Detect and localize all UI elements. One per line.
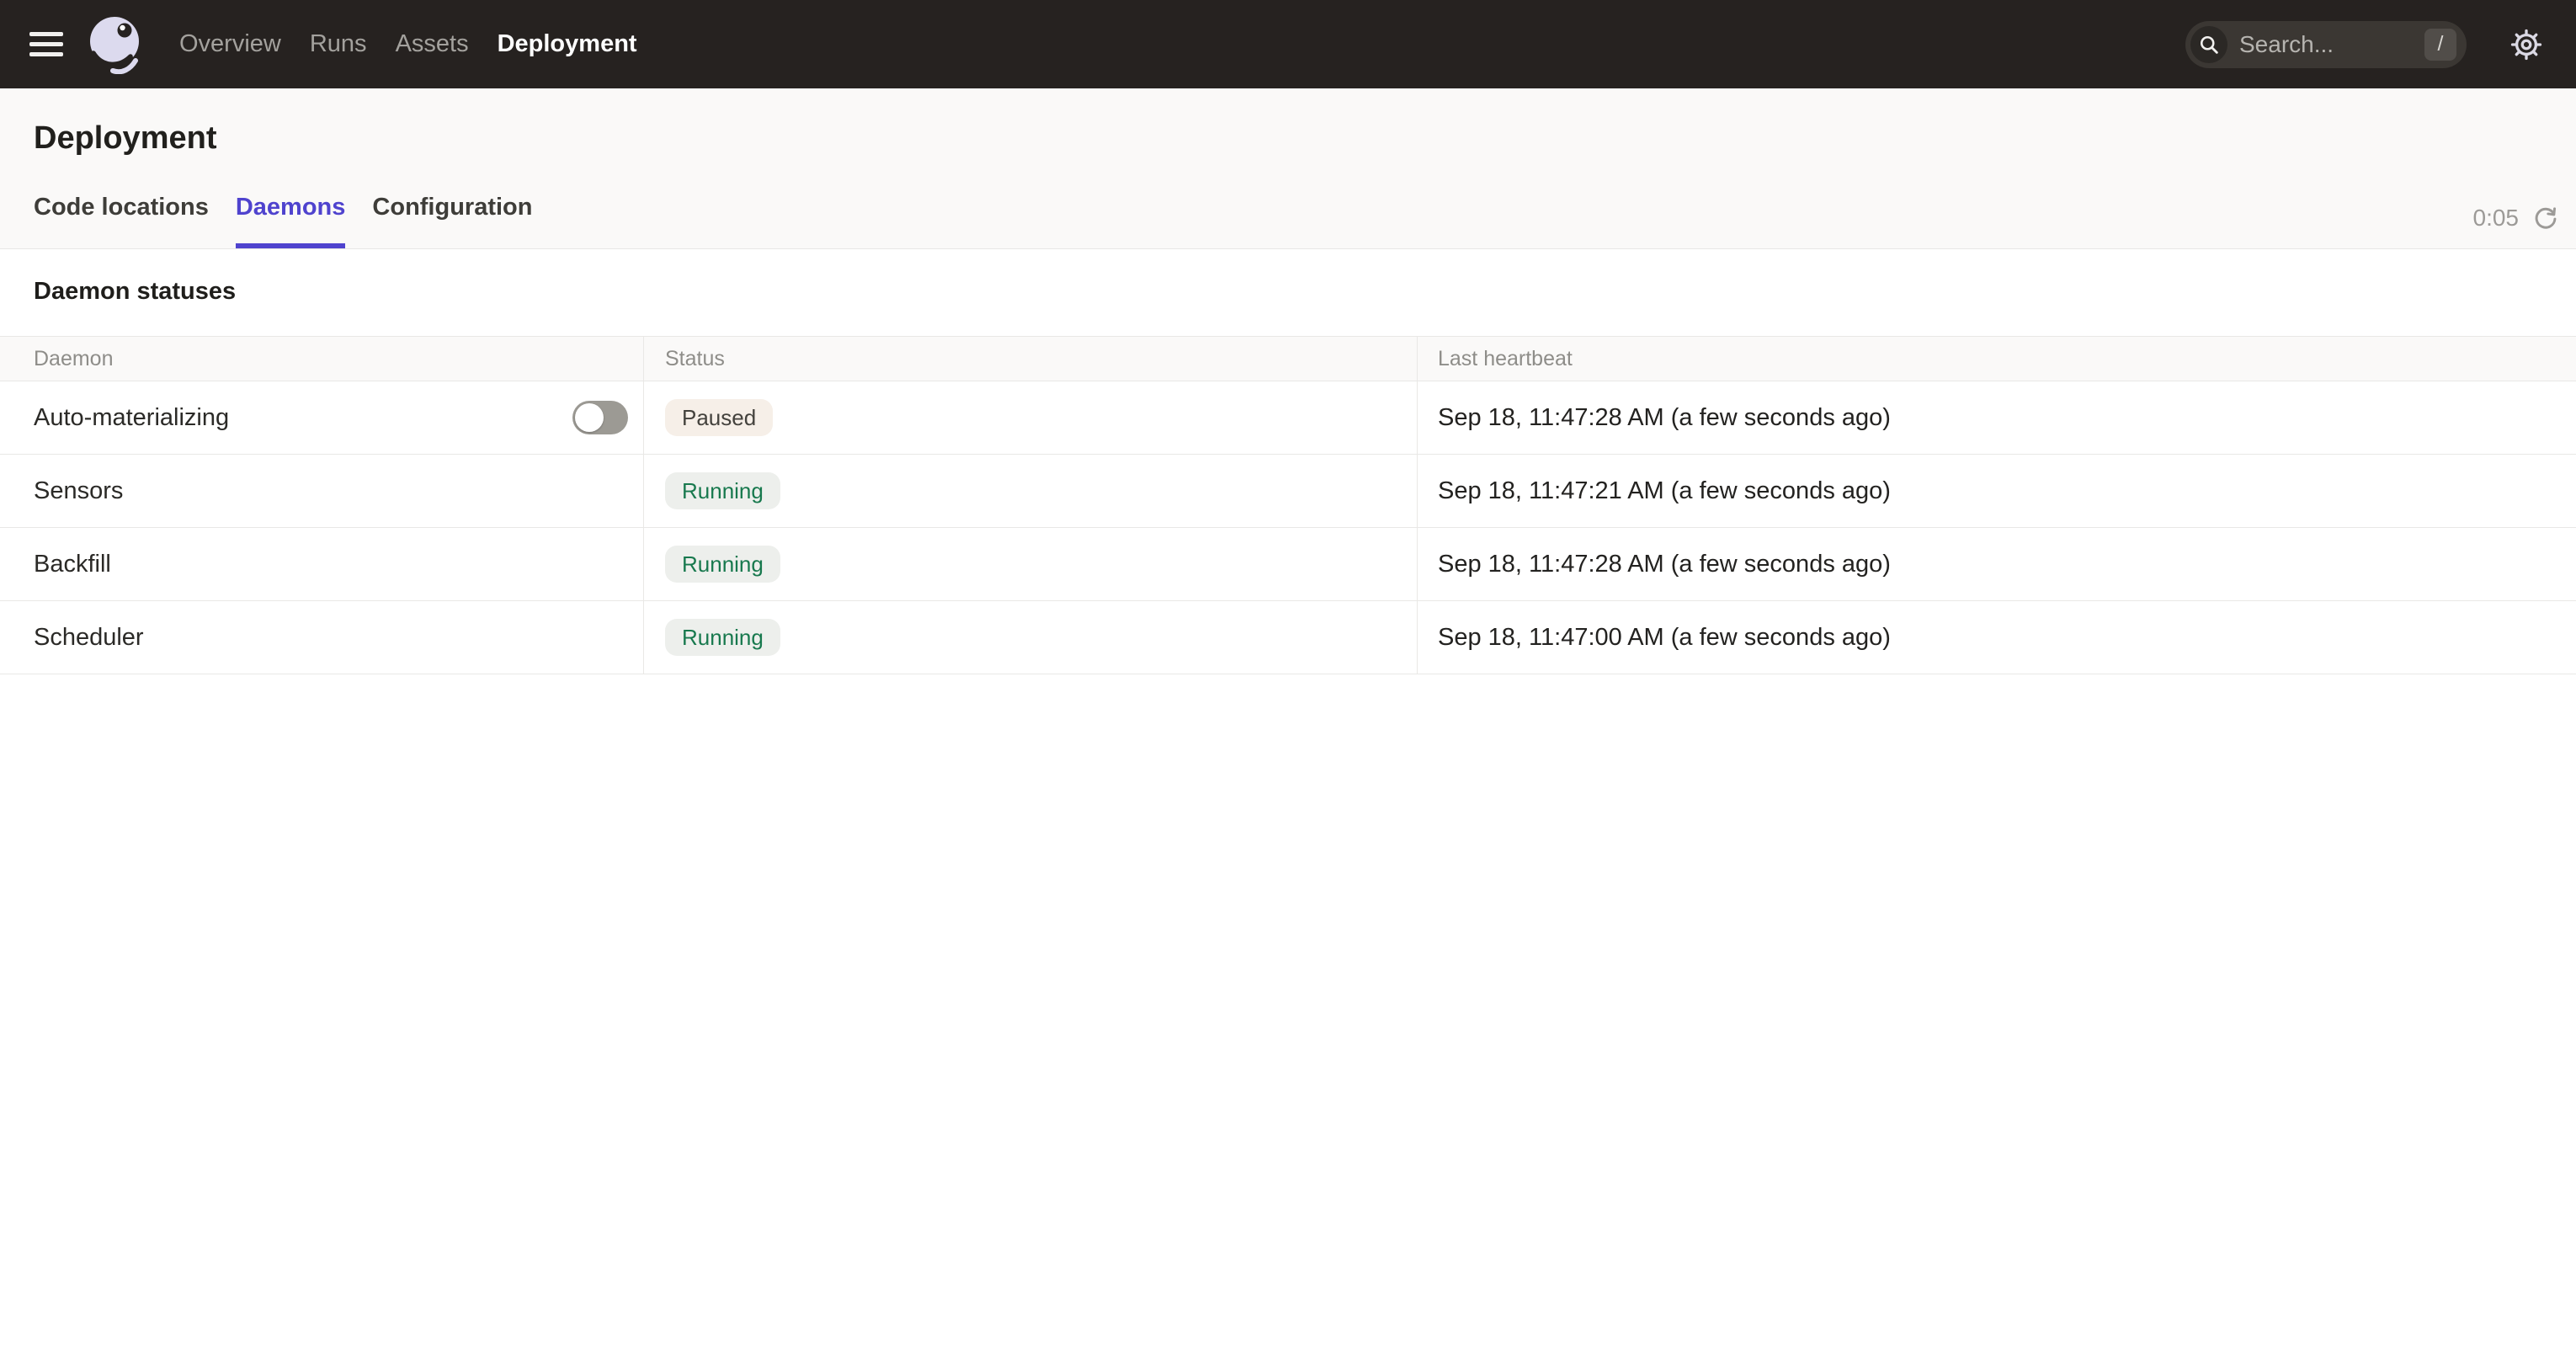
nav-deployment[interactable]: Deployment	[498, 30, 637, 58]
daemon-name: Auto-materializing	[34, 404, 229, 432]
nav-overview[interactable]: Overview	[179, 30, 281, 58]
page-title: Deployment	[0, 88, 2576, 157]
hamburger-menu-icon[interactable]	[29, 26, 67, 63]
auto-materializing-toggle[interactable]	[572, 401, 628, 434]
table-row: Auto-materializing Paused Sep 18, 11:47:…	[0, 381, 2576, 455]
nav-assets[interactable]: Assets	[396, 30, 469, 58]
section-heading: Daemon statuses	[34, 278, 2576, 306]
status-badge: Running	[665, 619, 780, 656]
dagster-logo[interactable]	[87, 15, 146, 74]
table-row: Backfill Running Sep 18, 11:47:28 AM (a …	[0, 528, 2576, 601]
nav-runs[interactable]: Runs	[310, 30, 367, 58]
column-header-status: Status	[644, 337, 1418, 381]
refresh-icon[interactable]	[2532, 205, 2559, 232]
tab-configuration[interactable]: Configuration	[372, 194, 532, 248]
status-badge: Paused	[665, 399, 773, 436]
daemon-name: Scheduler	[34, 624, 144, 652]
status-badge: Running	[665, 472, 780, 509]
refresh-countdown: 0:05	[2473, 205, 2520, 232]
last-heartbeat: Sep 18, 11:47:21 AM (a few seconds ago)	[1438, 477, 1891, 505]
page-header: Deployment Code locations Daemons Config…	[0, 88, 2576, 249]
search-input[interactable]	[2239, 31, 2424, 58]
tab-daemons[interactable]: Daemons	[236, 194, 346, 248]
tab-bar: Code locations Daemons Configuration 0:0…	[0, 194, 2576, 248]
toggle-knob	[575, 403, 604, 432]
daemon-name: Backfill	[34, 551, 111, 578]
search-shortcut-key: /	[2424, 29, 2456, 61]
primary-nav: Overview Runs Assets Deployment	[179, 30, 637, 58]
daemon-status-table: Daemon Status Last heartbeat Auto-materi…	[0, 336, 2576, 674]
search-icon	[2190, 26, 2227, 63]
top-nav-bar: Overview Runs Assets Deployment /	[0, 0, 2576, 88]
last-heartbeat: Sep 18, 11:47:00 AM (a few seconds ago)	[1438, 624, 1891, 652]
gear-icon[interactable]	[2510, 29, 2542, 61]
table-row: Sensors Running Sep 18, 11:47:21 AM (a f…	[0, 455, 2576, 528]
table-header-row: Daemon Status Last heartbeat	[0, 337, 2576, 381]
last-heartbeat: Sep 18, 11:47:28 AM (a few seconds ago)	[1438, 551, 1891, 578]
daemons-panel: Daemon statuses Daemon Status Last heart…	[0, 278, 2576, 674]
daemon-name: Sensors	[34, 477, 123, 505]
tab-code-locations[interactable]: Code locations	[34, 194, 209, 248]
column-header-daemon: Daemon	[0, 337, 644, 381]
last-heartbeat: Sep 18, 11:47:28 AM (a few seconds ago)	[1438, 404, 1891, 432]
search-bar[interactable]: /	[2185, 21, 2467, 68]
column-header-last-heartbeat: Last heartbeat	[1418, 337, 2576, 381]
table-row: Scheduler Running Sep 18, 11:47:00 AM (a…	[0, 601, 2576, 674]
status-badge: Running	[665, 546, 780, 583]
